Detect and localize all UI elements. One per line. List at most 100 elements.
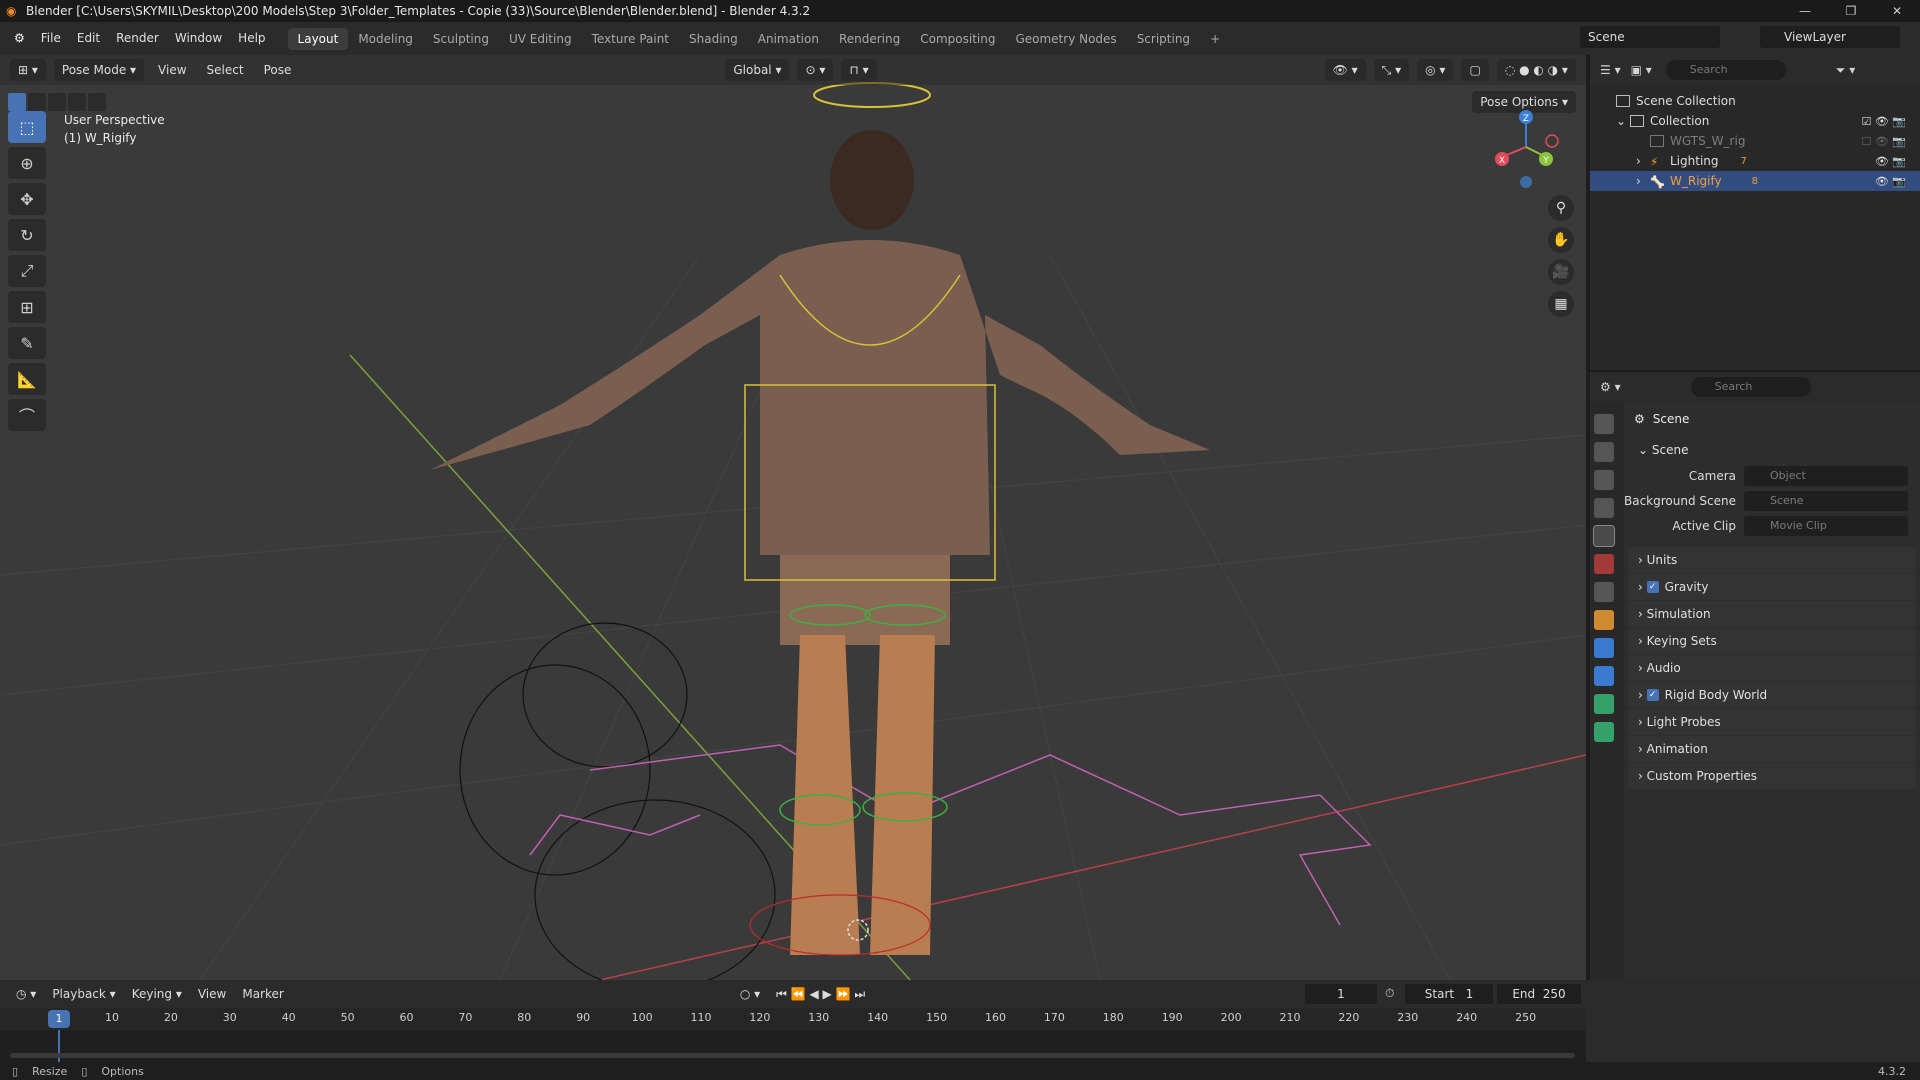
panel-gravity[interactable]: › ✓ Gravity xyxy=(1628,574,1916,600)
bone-roll-icon[interactable]: ⌒ xyxy=(8,399,46,431)
background-scene-field[interactable]: Scene xyxy=(1744,490,1908,511)
snap-icon[interactable]: ⊓ ▾ xyxy=(841,59,877,81)
auto-key-icon[interactable]: ○ ▾ xyxy=(734,987,766,1001)
panel-animation[interactable]: › Animation xyxy=(1628,736,1916,762)
timeline-menu-view[interactable]: View xyxy=(192,987,232,1001)
outliner-row-scene-collection[interactable]: Scene Collection xyxy=(1590,91,1920,111)
select-subtract-icon[interactable] xyxy=(48,93,66,111)
gravity-checkbox[interactable]: ✓ xyxy=(1646,581,1659,593)
world-tab-icon[interactable] xyxy=(1594,554,1614,574)
rigid-body-checkbox[interactable]: ✓ xyxy=(1646,689,1659,701)
cursor-icon[interactable]: ⊕ xyxy=(8,147,46,179)
data-tab-icon[interactable] xyxy=(1594,694,1614,714)
menu-window[interactable]: Window xyxy=(167,22,230,55)
pivot-icon[interactable]: ⊙ ▾ xyxy=(797,59,834,81)
tab-sculpting[interactable]: Sculpting xyxy=(423,28,499,50)
panel-simulation[interactable]: › Simulation xyxy=(1628,601,1916,627)
blender-menu-icon[interactable]: ⚙ xyxy=(6,22,33,55)
mode-dropdown[interactable]: Pose Mode ▾ xyxy=(53,59,145,81)
panel-rigid-body-world[interactable]: › ✓ Rigid Body World xyxy=(1628,682,1916,708)
expand-chevron-icon[interactable]: › xyxy=(1636,174,1650,188)
timeline-menu-playback[interactable]: Playback ▾ xyxy=(46,987,121,1001)
active-clip-field[interactable]: Movie Clip xyxy=(1744,515,1908,536)
tab-geometry-nodes[interactable]: Geometry Nodes xyxy=(1005,28,1126,50)
3d-viewport[interactable]: ⊞ ▾ Pose Mode ▾ View Select Pose Global … xyxy=(0,55,1586,980)
scene-tab-icon[interactable] xyxy=(1593,525,1615,547)
tool-tab-icon[interactable] xyxy=(1594,414,1614,434)
ortho-toggle-icon[interactable]: ▦ xyxy=(1548,291,1574,317)
visibility-icon[interactable]: 👁 ▾ xyxy=(1324,59,1366,81)
tab-uv-editing[interactable]: UV Editing xyxy=(499,28,582,50)
select-new-icon[interactable] xyxy=(8,93,26,111)
select-box-icon[interactable]: ⬚ xyxy=(8,111,46,143)
selection-mode-icons[interactable] xyxy=(8,93,106,111)
annotate-icon[interactable]: ✎ xyxy=(8,327,46,359)
timer-icon[interactable]: ⏱ xyxy=(1385,986,1394,1001)
constraint-tab-icon[interactable] xyxy=(1594,666,1614,686)
tab-layout[interactable]: Layout xyxy=(287,27,349,50)
xray-icon[interactable]: ▢ xyxy=(1461,59,1489,81)
visibility-icons[interactable]: ☑ 👁 📷 xyxy=(1861,115,1906,128)
render-tab-icon[interactable] xyxy=(1594,442,1614,462)
physics-tab-icon[interactable] xyxy=(1594,638,1614,658)
viewport-menu-select[interactable]: Select xyxy=(201,63,250,77)
editor-type-button[interactable]: ⊞ ▾ xyxy=(10,59,46,81)
maximize-icon[interactable]: ❐ xyxy=(1828,0,1874,22)
overlay-toggle-icon[interactable]: ◎ ▾ xyxy=(1417,59,1454,81)
outliner-editor-icon[interactable]: ☰ ▾ xyxy=(1600,63,1621,77)
timeline-scrollbar[interactable] xyxy=(10,1053,1575,1058)
outliner-search-input[interactable]: Search xyxy=(1665,60,1786,80)
timeline-ruler[interactable]: 10 20 30 40 50 60 70 80 90 100 110 120 130 140 150 160 1… xyxy=(0,1008,1586,1030)
scene-selector[interactable]: Scene xyxy=(1580,26,1720,48)
playback-controls[interactable]: ⏮ ⏪ ◀ ▶ ⏩ ⏭ xyxy=(770,987,871,1002)
panel-custom-properties[interactable]: › Custom Properties xyxy=(1628,763,1916,789)
tab-texture-paint[interactable]: Texture Paint xyxy=(582,28,679,50)
panel-scene-header[interactable]: ⌄ Scene xyxy=(1628,437,1916,463)
menu-render[interactable]: Render xyxy=(108,22,167,55)
timeline-editor-icon[interactable]: ◷ ▾ xyxy=(10,987,42,1001)
current-frame-indicator[interactable]: 1 xyxy=(48,1010,70,1028)
tab-scripting[interactable]: Scripting xyxy=(1127,28,1200,50)
tab-modeling[interactable]: Modeling xyxy=(348,28,423,50)
panel-light-probes[interactable]: › Light Probes xyxy=(1628,709,1916,735)
add-workspace-icon[interactable]: + xyxy=(1200,28,1230,50)
zoom-icon[interactable]: ⚲ xyxy=(1548,195,1574,221)
camera-view-icon[interactable]: 🎥 xyxy=(1548,259,1574,285)
move-icon[interactable]: ✥ xyxy=(8,183,46,215)
shading-mode-icons[interactable]: ◌ ● ◐ ◑ ▾ xyxy=(1496,59,1576,81)
transform-orientation-dropdown[interactable]: Global ▾ xyxy=(725,59,790,81)
transform-icon[interactable]: ⊞ xyxy=(8,291,46,323)
measure-icon[interactable]: 📐 xyxy=(8,363,46,395)
select-extend-icon[interactable] xyxy=(28,93,46,111)
visibility-icons[interactable]: ☐ 👁 📷 xyxy=(1861,135,1906,148)
timeline-menu-keying[interactable]: Keying ▾ xyxy=(126,987,188,1001)
select-intersect-icon[interactable] xyxy=(88,93,106,111)
filter-icon[interactable]: ⏷ ▾ xyxy=(1836,63,1855,78)
menu-file[interactable]: File xyxy=(33,22,69,55)
output-tab-icon[interactable] xyxy=(1594,470,1614,490)
navigation-gizmo[interactable]: Z X Y xyxy=(1486,105,1566,195)
object-tab-icon[interactable] xyxy=(1594,610,1614,630)
menu-help[interactable]: Help xyxy=(230,22,273,55)
panel-audio[interactable]: › Audio xyxy=(1628,655,1916,681)
viewport-menu-pose[interactable]: Pose xyxy=(258,63,298,77)
tab-compositing[interactable]: Compositing xyxy=(910,28,1005,50)
outliner-row-w-rigify[interactable]: › 🦴 W_Rigify 8 👁 📷 xyxy=(1590,171,1920,191)
viewport-menu-view[interactable]: View xyxy=(152,63,192,77)
properties-search-input[interactable]: Search xyxy=(1690,377,1811,397)
visibility-icons[interactable]: 👁 📷 xyxy=(1875,155,1906,168)
minimize-icon[interactable]: — xyxy=(1782,0,1828,22)
visibility-icons[interactable]: 👁 📷 xyxy=(1875,175,1906,188)
outliner-row-wgts[interactable]: WGTS_W_rig ☐ 👁 📷 xyxy=(1590,131,1920,151)
camera-field[interactable]: Object xyxy=(1744,465,1908,486)
timeline-menu-marker[interactable]: Marker xyxy=(236,987,289,1001)
end-frame-field[interactable]: End 250 xyxy=(1497,984,1581,1004)
outliner-row-collection[interactable]: ⌄ Collection ☑ 👁 📷 xyxy=(1590,111,1920,131)
scale-icon[interactable]: ⤢ xyxy=(8,255,46,287)
pan-hand-icon[interactable]: ✋ xyxy=(1548,227,1574,253)
display-mode-icon[interactable]: ▣ ▾ xyxy=(1631,63,1652,77)
collection-tab-icon[interactable] xyxy=(1594,582,1614,602)
bone-tab-icon[interactable] xyxy=(1594,722,1614,742)
tab-animation[interactable]: Animation xyxy=(748,28,829,50)
select-invert-icon[interactable] xyxy=(68,93,86,111)
